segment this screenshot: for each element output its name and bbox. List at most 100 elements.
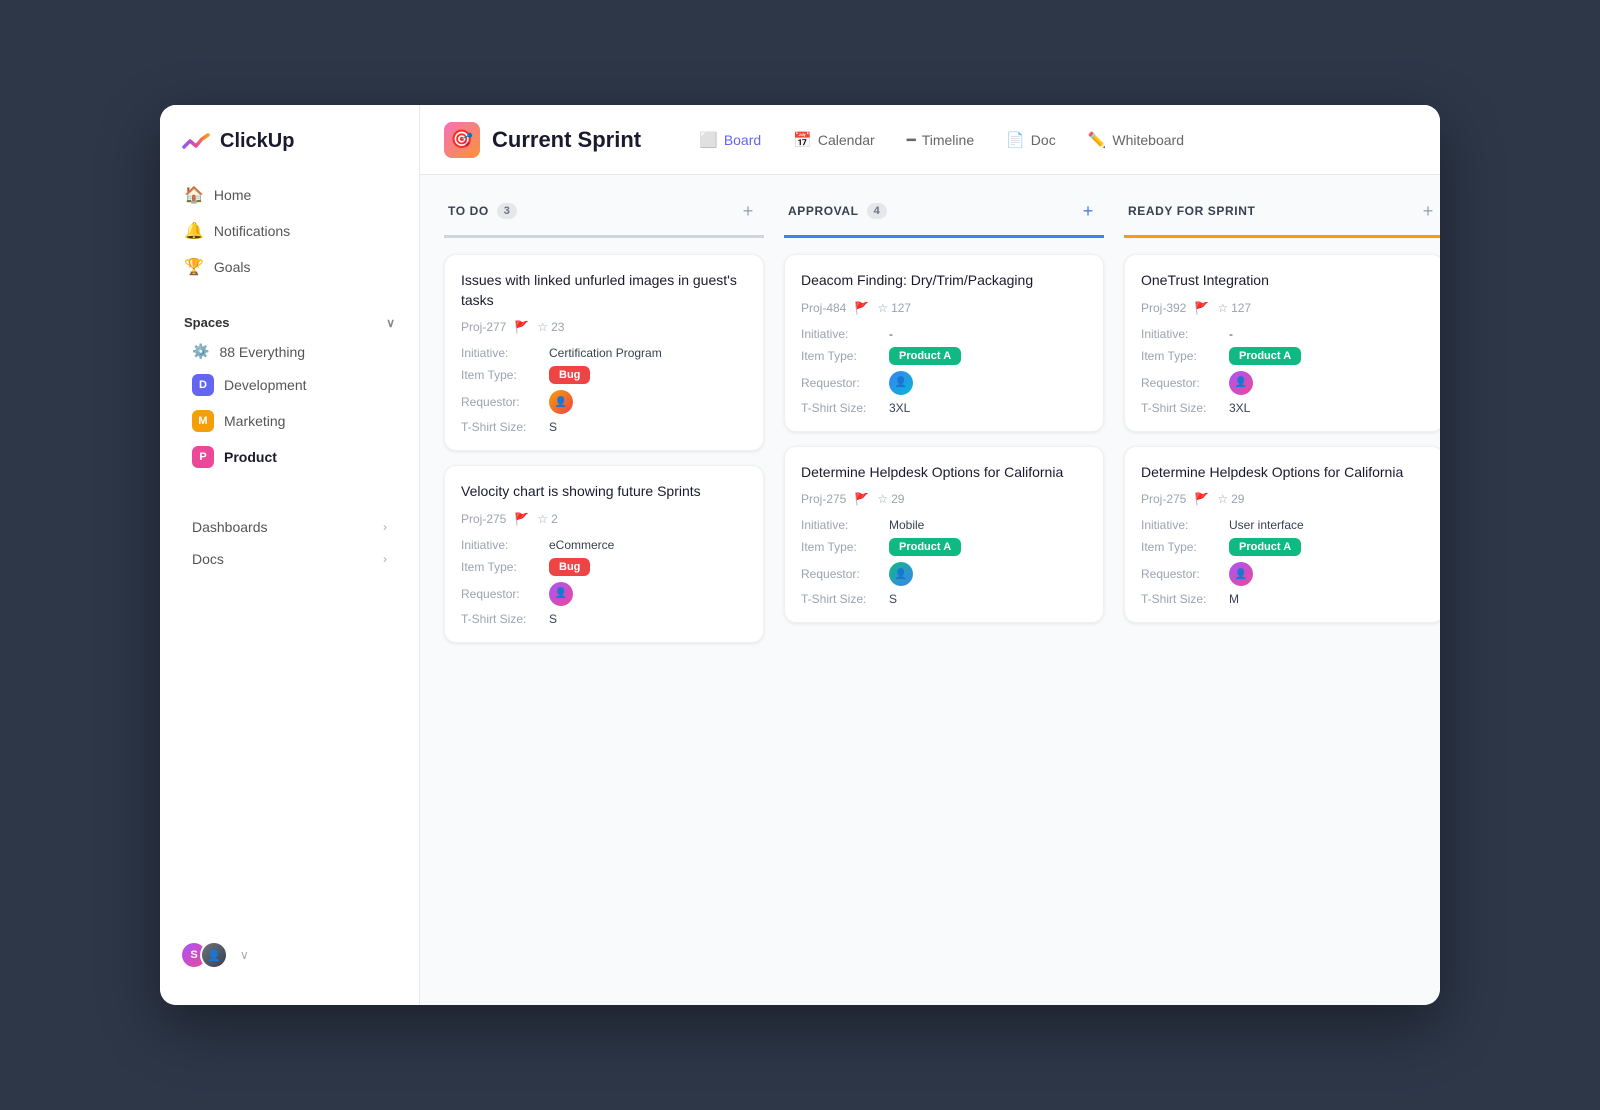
clickup-logo-icon <box>180 125 212 157</box>
column-title-approval: APPROVAL <box>788 204 859 218</box>
card-field-requestor-6: Requestor: 👤 <box>1141 562 1427 586</box>
tshirt-value-2: S <box>549 612 557 626</box>
card-approval-1[interactable]: Deacom Finding: Dry/Trim/Packaging Proj-… <box>784 254 1104 432</box>
type-label-2: Item Type: <box>461 560 541 574</box>
card-id-4: Proj-275 <box>801 492 846 506</box>
column-title-area-approval: APPROVAL 4 <box>788 203 887 219</box>
spaces-label: Spaces <box>184 315 230 330</box>
initiative-label-6: Initiative: <box>1141 518 1221 532</box>
tshirt-value-1: S <box>549 420 557 434</box>
badge-product-a-3: Product A <box>889 347 961 365</box>
column-title-area-todo: TO DO 3 <box>448 203 517 219</box>
sidebar-item-marketing[interactable]: M Marketing <box>168 403 411 439</box>
card-field-type-4: Item Type: Product A <box>801 538 1087 556</box>
sidebar-item-dashboards[interactable]: Dashboards › <box>168 511 411 543</box>
flag-red-icon: 🚩 <box>1194 301 1209 315</box>
sprint-title-area: 🎯 Current Sprint <box>444 122 641 158</box>
star-meta-4: ☆ 29 <box>877 492 904 506</box>
sidebar-footer: S 👤 ∨ <box>160 925 419 985</box>
sidebar-item-docs[interactable]: Docs › <box>168 543 411 575</box>
type-label-5: Item Type: <box>1141 349 1221 363</box>
sidebar-notifications-label: Notifications <box>214 223 290 239</box>
card-id-1: Proj-277 <box>461 320 506 334</box>
star-meta-6: ☆ 29 <box>1217 492 1244 506</box>
sidebar: ClickUp 🏠 Home 🔔 Notifications 🏆 Goals S… <box>160 105 420 1005</box>
sidebar-item-everything[interactable]: ⚙️ 88 Everything <box>168 336 411 367</box>
card-field-initiative-1: Initiative: Certification Program <box>461 346 747 360</box>
column-approval: APPROVAL 4 + Deacom Finding: Dry/Trim/Pa… <box>784 199 1104 637</box>
card-fields-1: Initiative: Certification Program Item T… <box>461 346 747 434</box>
app-container: ClickUp 🏠 Home 🔔 Notifications 🏆 Goals S… <box>160 105 1440 1005</box>
card-meta-1: Proj-277 🚩 ☆ 23 <box>461 320 747 334</box>
badge-product-a-4: Product A <box>889 538 961 556</box>
spaces-header: Spaces ∨ <box>160 309 419 336</box>
column-todo: TO DO 3 + Issues with linked unfurled im… <box>444 199 764 657</box>
card-todo-2[interactable]: Velocity chart is showing future Sprints… <box>444 465 764 643</box>
card-field-tshirt-4: T-Shirt Size: S <box>801 592 1087 606</box>
card-fields-3: Initiative: - Item Type: Product A Reque… <box>801 327 1087 415</box>
sidebar-item-notifications[interactable]: 🔔 Notifications <box>172 213 407 249</box>
requestor-label-3: Requestor: <box>801 376 881 390</box>
sidebar-item-development[interactable]: D Development <box>168 367 411 403</box>
tab-calendar-label: Calendar <box>818 132 875 148</box>
initiative-value-4: Mobile <box>889 518 924 532</box>
card-id-6: Proj-275 <box>1141 492 1186 506</box>
tab-calendar[interactable]: 📅 Calendar <box>779 125 889 155</box>
star-meta-5: ☆ 127 <box>1217 301 1251 315</box>
product-label: Product <box>224 449 277 465</box>
dashboards-chevron-icon: › <box>383 520 387 534</box>
card-title-2: Velocity chart is showing future Sprints <box>461 482 747 502</box>
board-icon: ⬜ <box>699 131 718 149</box>
badge-bug-2: Bug <box>549 558 590 576</box>
initiative-label-3: Initiative: <box>801 327 881 341</box>
card-fields-4: Initiative: Mobile Item Type: Product A … <box>801 518 1087 606</box>
trophy-icon: 🏆 <box>184 257 204 277</box>
sidebar-home-label: Home <box>214 187 251 203</box>
spaces-chevron-icon[interactable]: ∨ <box>386 316 395 330</box>
column-title-todo: TO DO <box>448 204 489 218</box>
card-ready-1[interactable]: OneTrust Integration Proj-392 🚩 ☆ 127 In… <box>1124 254 1440 432</box>
star-icon-4: ☆ <box>877 492 888 506</box>
card-fields-5: Initiative: - Item Type: Product A Reque… <box>1141 327 1427 415</box>
sidebar-goals-label: Goals <box>214 259 251 275</box>
sidebar-item-product[interactable]: P Product <box>168 439 411 475</box>
star-meta-2: ☆ 2 <box>537 512 557 526</box>
user-avatar-2[interactable]: 👤 <box>200 941 228 969</box>
card-title-6: Determine Helpdesk Options for Californi… <box>1141 463 1427 483</box>
card-field-initiative-2: Initiative: eCommerce <box>461 538 747 552</box>
sidebar-item-goals[interactable]: 🏆 Goals <box>172 249 407 285</box>
logo-area: ClickUp <box>160 125 419 177</box>
column-add-approval[interactable]: + <box>1076 199 1100 223</box>
avatar-stack: S 👤 <box>180 941 228 969</box>
card-meta-3: Proj-484 🚩 ☆ 127 <box>801 301 1087 315</box>
tshirt-value-6: M <box>1229 592 1239 606</box>
initiative-label-1: Initiative: <box>461 346 541 360</box>
tab-board-label: Board <box>724 132 761 148</box>
column-add-ready[interactable]: + <box>1416 199 1440 223</box>
tshirt-value-4: S <box>889 592 897 606</box>
requestor-avatar-3: 👤 <box>889 371 913 395</box>
development-label: Development <box>224 377 307 393</box>
tshirt-value-5: 3XL <box>1229 401 1250 415</box>
card-id-5: Proj-392 <box>1141 301 1186 315</box>
card-fields-2: Initiative: eCommerce Item Type: Bug Req… <box>461 538 747 626</box>
column-add-todo[interactable]: + <box>736 199 760 223</box>
tshirt-label-6: T-Shirt Size: <box>1141 592 1221 606</box>
badge-product-a-5: Product A <box>1229 347 1301 365</box>
tab-doc[interactable]: 📄 Doc <box>992 125 1070 155</box>
card-meta-2: Proj-275 🚩 ☆ 2 <box>461 512 747 526</box>
card-ready-2[interactable]: Determine Helpdesk Options for Californi… <box>1124 446 1440 624</box>
marketing-dot: M <box>192 410 214 432</box>
footer-chevron-icon[interactable]: ∨ <box>240 948 249 962</box>
initiative-value-1: Certification Program <box>549 346 662 360</box>
star-meta-3: ☆ 127 <box>877 301 911 315</box>
tab-whiteboard[interactable]: ✏️ Whiteboard <box>1074 125 1198 155</box>
card-todo-1[interactable]: Issues with linked unfurled images in gu… <box>444 254 764 451</box>
card-id-3: Proj-484 <box>801 301 846 315</box>
requestor-avatar-5: 👤 <box>1229 371 1253 395</box>
tab-timeline[interactable]: ━ Timeline <box>893 125 988 155</box>
sidebar-item-home[interactable]: 🏠 Home <box>172 177 407 213</box>
tab-board[interactable]: ⬜ Board <box>685 125 775 155</box>
card-approval-2[interactable]: Determine Helpdesk Options for Californi… <box>784 446 1104 624</box>
timeline-icon: ━ <box>907 131 916 149</box>
